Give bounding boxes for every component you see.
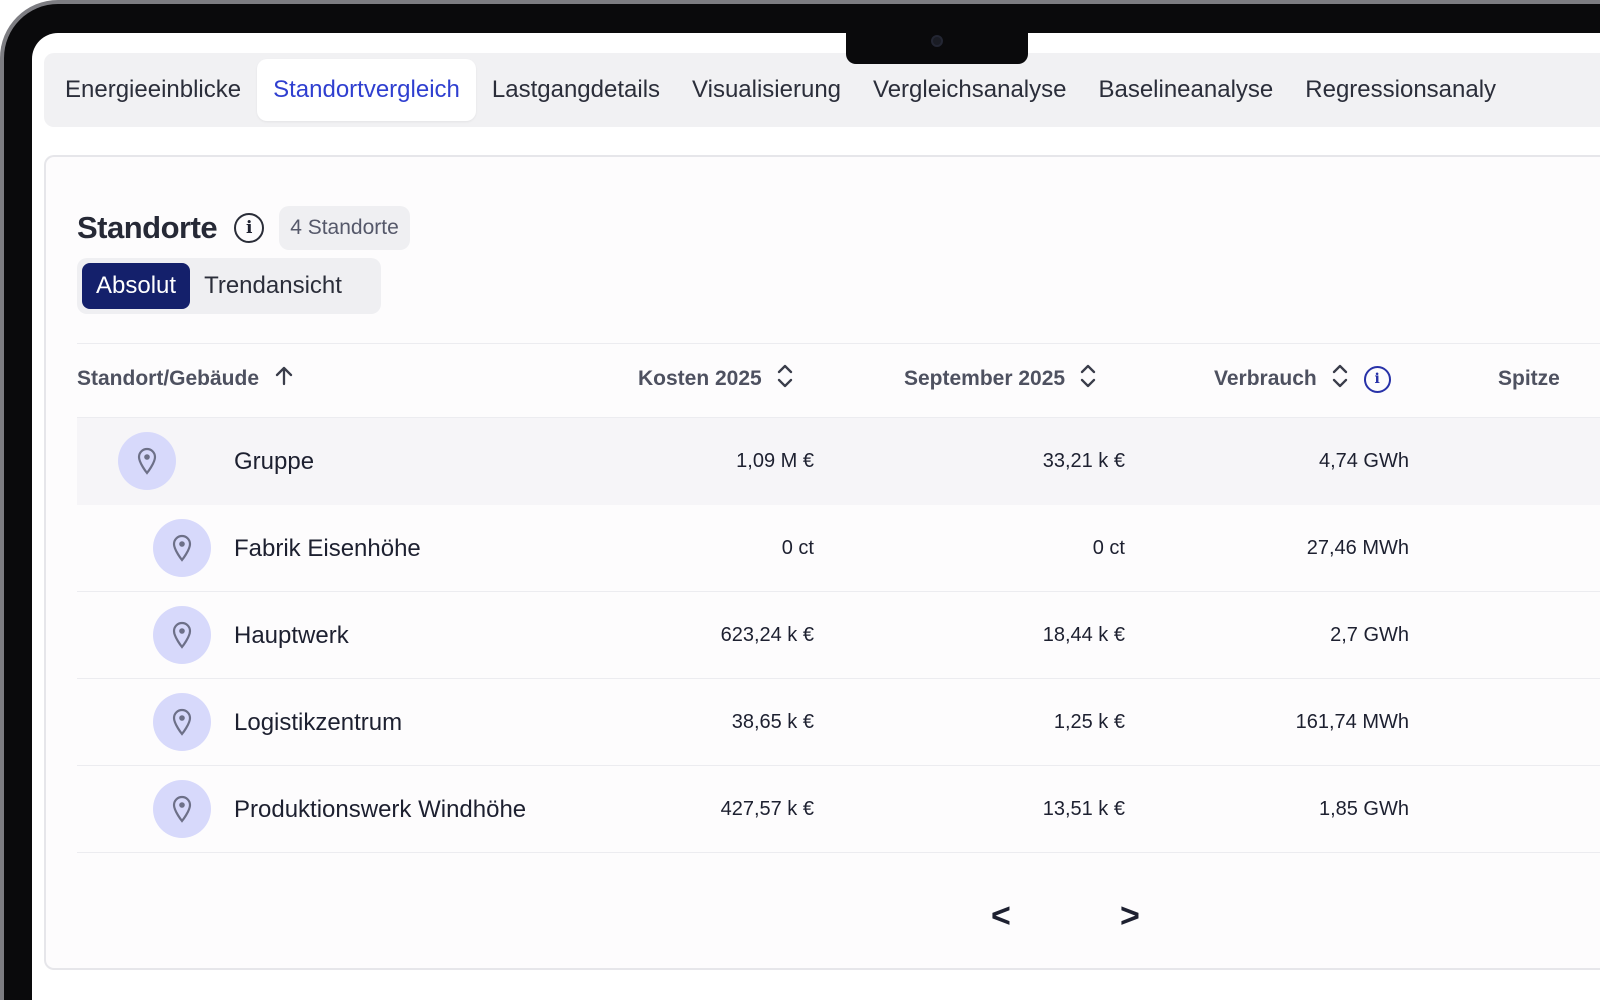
header-consumption[interactable]: Verbrauch i [1214, 344, 1391, 414]
row-month: 33,21 k € [1042, 450, 1125, 472]
location-pin-icon [153, 693, 211, 751]
toggle-absolut-button[interactable]: Absolut [82, 263, 191, 309]
view-toggle: Absolut Trendansicht [77, 258, 381, 314]
row-name: Logistikzentrum [234, 708, 403, 736]
row-consumption: 4,74 GWh [1318, 450, 1409, 472]
sort-ascending-icon[interactable] [273, 365, 295, 393]
tab-baselineanalyse[interactable]: Baselineanalyse [1082, 59, 1289, 121]
row-consumption: 161,74 MWh [1295, 711, 1409, 733]
sort-toggle-icon[interactable] [1079, 362, 1097, 396]
row-consumption: 2,7 GWh [1330, 624, 1409, 646]
camera-icon [931, 35, 943, 47]
table-row[interactable]: Logistikzentrum 38,65 k € 1,25 k € 161,7… [77, 679, 1600, 766]
section-title: Standorte [77, 210, 218, 245]
row-month: 18,44 k € [1042, 624, 1125, 646]
tab-standortvergleich[interactable]: Standortvergleich [257, 59, 476, 121]
location-pin-icon [153, 519, 211, 577]
app-screen: Energieeinblicke Standortvergleich Lastg… [32, 33, 1600, 1000]
toggle-trend-button[interactable]: Trendansicht [190, 263, 356, 309]
header-site-label: Standort/Gebäude [77, 367, 260, 390]
sites-card: Standorte i 4 Standorte Absolut Trendans… [44, 155, 1600, 970]
location-pin-icon [118, 432, 176, 490]
row-month: 1,25 k € [1053, 711, 1125, 733]
row-costs: 623,24 k € [720, 624, 814, 646]
header-peak[interactable]: Spitze [1498, 344, 1560, 414]
row-consumption: 1,85 GWh [1318, 798, 1409, 820]
row-name: Produktionswerk Windhöhe [234, 795, 527, 823]
header-peak-label: Spitze [1498, 367, 1560, 390]
location-pin-icon [153, 780, 211, 838]
table-row[interactable]: Fabrik Eisenhöhe 0 ct 0 ct 27,46 MWh [77, 505, 1600, 592]
row-name: Gruppe [234, 447, 315, 475]
camera-notch [846, 30, 1028, 64]
row-name: Hauptwerk [234, 621, 349, 649]
next-page-button[interactable]: > [1120, 897, 1140, 936]
row-costs: 0 ct [781, 537, 814, 559]
location-pin-icon [153, 606, 211, 664]
row-costs: 38,65 k € [731, 711, 814, 733]
tab-bar: Energieeinblicke Standortvergleich Lastg… [44, 53, 1600, 127]
header-site[interactable]: Standort/Gebäude [77, 344, 295, 414]
table-row[interactable]: Hauptwerk 623,24 k € 18,44 k € 2,7 GWh [77, 592, 1600, 679]
header-month-label: September 2025 [904, 367, 1066, 390]
tab-vergleichsanalyse[interactable]: Vergleichsanalyse [857, 59, 1082, 121]
section-header: Standorte i 4 Standorte [77, 206, 410, 250]
prev-page-button[interactable]: < [991, 897, 1011, 936]
info-icon[interactable]: i [234, 213, 265, 243]
table-header: Standort/Gebäude Kosten 2025 September 2… [77, 344, 1600, 414]
tab-lastgangdetails[interactable]: Lastgangdetails [476, 59, 676, 121]
row-name: Fabrik Eisenhöhe [234, 534, 421, 562]
sort-toggle-icon[interactable] [776, 362, 794, 396]
info-icon[interactable]: i [1363, 365, 1391, 393]
table-row[interactable]: Produktionswerk Windhöhe 427,57 k € 13,5… [77, 766, 1600, 853]
header-costs[interactable]: Kosten 2025 [638, 344, 794, 414]
tab-regressionsanalyse[interactable]: Regressionsanaly [1289, 59, 1512, 121]
row-divider [77, 852, 1600, 853]
header-month[interactable]: September 2025 [904, 344, 1097, 414]
row-month: 13,51 k € [1042, 798, 1125, 820]
count-badge: 4 Standorte [279, 206, 410, 250]
row-month: 0 ct [1092, 537, 1125, 559]
tab-visualisierung[interactable]: Visualisierung [676, 59, 857, 121]
row-costs: 427,57 k € [720, 798, 814, 820]
table-row-group[interactable]: Gruppe 1,09 M € 33,21 k € 4,74 GWh [77, 418, 1600, 505]
row-consumption: 27,46 MWh [1306, 537, 1409, 559]
sort-toggle-icon[interactable] [1331, 362, 1349, 396]
header-consumption-label: Verbrauch [1214, 367, 1317, 390]
header-costs-label: Kosten 2025 [638, 367, 762, 390]
row-costs: 1,09 M € [736, 450, 814, 472]
tab-energieeinblicke[interactable]: Energieeinblicke [49, 59, 257, 121]
